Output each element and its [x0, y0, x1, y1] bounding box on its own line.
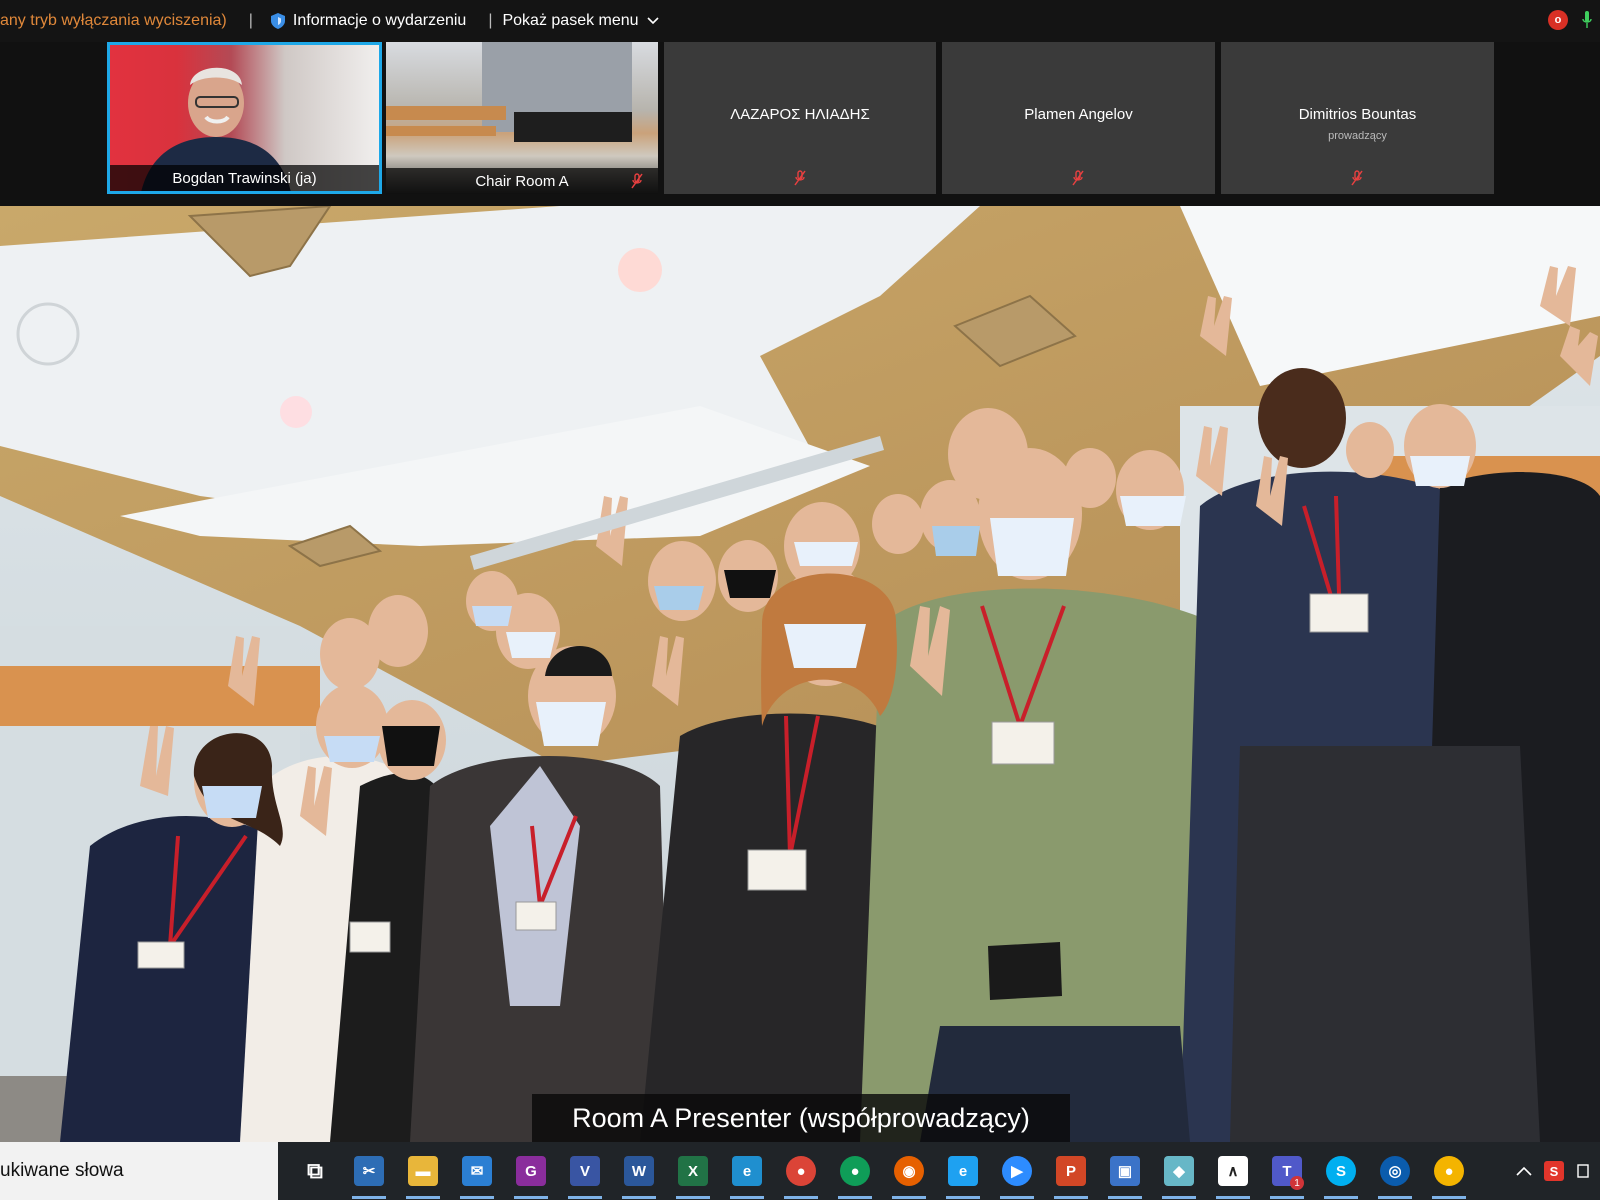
taskbar-app-button[interactable]: e — [936, 1142, 990, 1200]
search-placeholder: ukiwane słowa — [0, 1160, 124, 1181]
taskbar-app-button[interactable]: ∧ — [1206, 1142, 1260, 1200]
muted-mic-icon — [794, 170, 806, 186]
shield-icon — [270, 13, 285, 29]
snipping-tool-icon: ✂ — [354, 1156, 384, 1186]
taskbar-app-button[interactable]: W — [612, 1142, 666, 1200]
chrome-profile-icon: ● — [840, 1156, 870, 1186]
participant-tile-lazaros[interactable]: ΛΑΖΑΡΟΣ ΗΛΙΑΔΗΣ — [664, 42, 936, 194]
internet-explorer-icon: e — [948, 1156, 978, 1186]
taskbar-app-button[interactable]: ◉ — [882, 1142, 936, 1200]
visio-icon: V — [570, 1156, 600, 1186]
participant-name: Chair Room A — [475, 173, 569, 190]
powerpoint-icon: P — [1056, 1156, 1086, 1186]
taskbar-app-button[interactable]: P — [1044, 1142, 1098, 1200]
taskbar-app-button[interactable]: e — [720, 1142, 774, 1200]
taskbar-app-button[interactable]: ◆ — [1152, 1142, 1206, 1200]
taskbar-app-button[interactable]: ● — [828, 1142, 882, 1200]
save-disk-icon: ▣ — [1110, 1156, 1140, 1186]
participant-tile-plamen[interactable]: Plamen Angelov — [942, 42, 1215, 194]
excel-icon: X — [678, 1156, 708, 1186]
participant-role: prowadzący — [1328, 130, 1387, 142]
taskbar-app-button[interactable]: ● — [1422, 1142, 1476, 1200]
taskbar-app-button[interactable]: T1 — [1260, 1142, 1314, 1200]
participant-name: Bogdan Trawinski (ja) — [172, 170, 317, 187]
pdf-editor-icon: G — [516, 1156, 546, 1186]
separator: | — [488, 12, 493, 29]
chevron-up-icon[interactable] — [1516, 1166, 1532, 1176]
participant-strip: Bogdan Trawinski (ja) Chair Room A ΛΑΖΑΡ… — [0, 42, 1600, 206]
event-info-button[interactable]: Informacje o wydarzeniu — [270, 12, 467, 30]
event-info-label: Informacje o wydarzeniu — [292, 12, 467, 29]
taskbar-app-button[interactable]: X — [666, 1142, 720, 1200]
taskbar-app-button[interactable]: ▶ — [990, 1142, 1044, 1200]
word-icon: W — [624, 1156, 654, 1186]
plot-app-icon: ∧ — [1218, 1156, 1248, 1186]
taskbar-app-button[interactable]: S — [1314, 1142, 1368, 1200]
taskbar-app-list: ⧉ ✂ ▬ ✉ G V W Xe ● ● ◉ e ▶ P ▣ ◆ ∧ T 1 S ◎ ● — [288, 1142, 1476, 1200]
zoom-icon: ▶ — [1002, 1156, 1032, 1186]
taskbar-app-button[interactable]: ● — [774, 1142, 828, 1200]
taskbar-app-button[interactable]: ◎ — [1368, 1142, 1422, 1200]
participant-name: ΛΑΖΑΡΟΣ ΗΛΙΑΔΗΣ — [730, 106, 870, 123]
tray-app-icon[interactable]: S — [1544, 1161, 1564, 1181]
taskbar-app-button[interactable]: ✉ — [450, 1142, 504, 1200]
taskbar-app-button[interactable]: V — [558, 1142, 612, 1200]
microphone-active-icon — [1582, 11, 1592, 28]
chrome-icon: ● — [786, 1156, 816, 1186]
network-icon[interactable] — [1576, 1161, 1592, 1181]
system-tray: S — [1516, 1142, 1600, 1200]
active-speaker-caption: Room A Presenter (współprowadzący) — [532, 1094, 1070, 1142]
status-indicators: o — [1548, 10, 1592, 30]
mail-icon: ✉ — [462, 1156, 492, 1186]
participant-tile-self[interactable]: Bogdan Trawinski (ja) — [107, 42, 382, 194]
chevron-down-icon — [646, 17, 659, 25]
taskbar-search-box[interactable]: ukiwane słowa — [0, 1142, 278, 1200]
participant-name: Plamen Angelov — [1024, 106, 1133, 123]
file-explorer-icon: ▬ — [408, 1156, 438, 1186]
participant-name: Dimitrios Bountas — [1298, 106, 1417, 123]
taskbar-app-button[interactable]: ▣ — [1098, 1142, 1152, 1200]
separator: | — [248, 12, 253, 29]
notification-badge: 1 — [1290, 1176, 1304, 1190]
meeting-top-bar: any tryb wyłączania wyciszenia) | Inform… — [0, 0, 1600, 42]
main-video-feed — [0, 206, 1600, 1142]
taskbar-app-button[interactable]: ▬ — [396, 1142, 450, 1200]
edge-icon: e — [732, 1156, 762, 1186]
group-photo — [0, 206, 1600, 1142]
taskbar-app-button[interactable]: G — [504, 1142, 558, 1200]
muted-mic-icon — [631, 173, 643, 189]
skype-icon: S — [1326, 1156, 1356, 1186]
recording-indicator: o — [1548, 10, 1568, 30]
show-menu-label: Pokaż pasek menu — [502, 12, 639, 29]
participant-tile-chair-room[interactable]: Chair Room A — [386, 42, 658, 194]
chrome-icon-2: ● — [1434, 1156, 1464, 1186]
task-view-icon: ⧉ — [300, 1156, 330, 1186]
eraser-icon: ◆ — [1164, 1156, 1194, 1186]
unmute-mode-notice: any tryb wyłączania wyciszenia) — [0, 12, 227, 29]
windows-taskbar: ukiwane słowa ⧉ ✂ ▬ ✉ G V W Xe ● ● ◉ e ▶ P ▣ ◆ ∧ T 1 S ◎ ● S — [0, 1142, 1600, 1200]
muted-mic-icon — [1351, 170, 1363, 186]
meeting-app-icon: ◎ — [1380, 1156, 1410, 1186]
firefox-icon: ◉ — [894, 1156, 924, 1186]
show-menu-bar-button[interactable]: Pokaż pasek menu — [502, 12, 659, 30]
taskbar-app-button[interactable]: ✂ — [342, 1142, 396, 1200]
participant-tile-dimitrios[interactable]: Dimitrios Bountas prowadzący — [1221, 42, 1494, 194]
taskbar-app-button[interactable]: ⧉ — [288, 1142, 342, 1200]
muted-mic-icon — [1072, 170, 1084, 186]
